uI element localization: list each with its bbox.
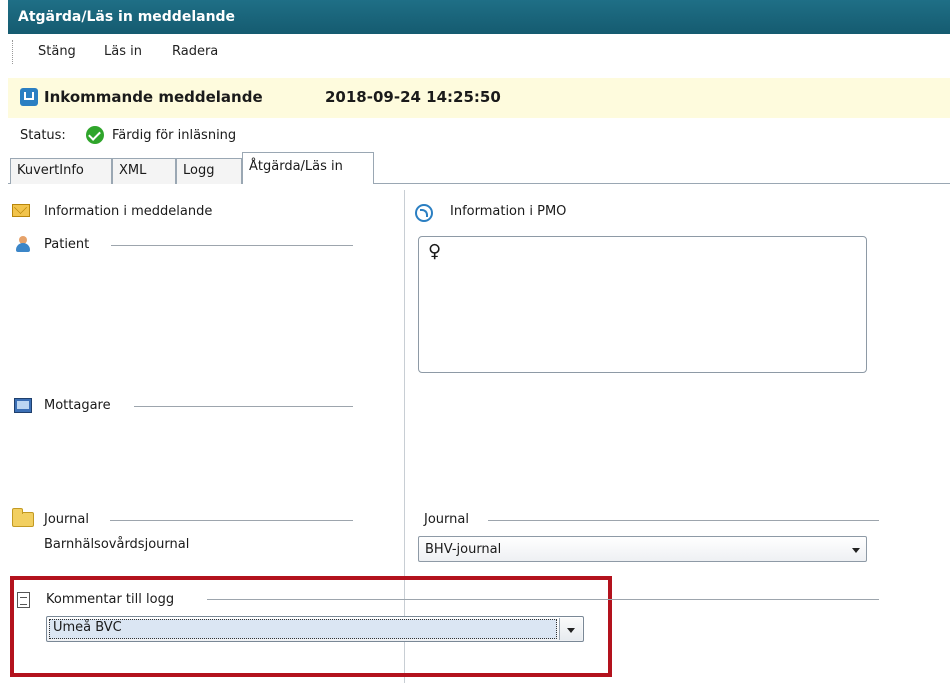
comment-value: Umeå BVC	[53, 620, 122, 635]
comment-focus	[49, 619, 557, 639]
pmo-journal-rule	[488, 520, 879, 521]
pmo-info-box	[418, 236, 867, 373]
message-datetime: 2018-09-24 14:25:50	[325, 88, 501, 106]
comment-rule	[207, 599, 879, 600]
menu-bar	[8, 34, 950, 70]
pmo-icon	[415, 204, 433, 222]
menu-grip	[12, 40, 15, 64]
pmo-journal-label: Journal	[424, 512, 469, 527]
document-icon	[17, 592, 30, 608]
patient-label: Patient	[44, 237, 90, 252]
folder-icon	[12, 508, 34, 527]
chevron-down-icon	[567, 628, 575, 633]
menu-close[interactable]: Stäng	[38, 44, 76, 59]
tab-logg[interactable]: Logg	[176, 158, 242, 184]
menu-import[interactable]: Läs in	[104, 44, 142, 59]
pmo-journal-value: BHV-journal	[425, 542, 502, 557]
inbox-icon	[20, 88, 38, 106]
recipient-rule	[134, 406, 353, 407]
tab-atgarda[interactable]: Åtgärda/Läs in	[242, 152, 374, 184]
journal-rule	[110, 520, 353, 521]
comment-label: Kommentar till logg	[46, 592, 175, 607]
recipient-icon	[14, 398, 32, 413]
envelope-icon	[12, 204, 30, 217]
window-title: Atgärda/Läs in meddelande	[8, 0, 950, 34]
female-icon: ♀	[428, 241, 442, 262]
chevron-down-icon	[852, 548, 860, 553]
patient-rule	[111, 245, 353, 246]
comment-dropdown-button[interactable]	[559, 618, 582, 640]
journal-value: Barnhälsovårdsjournal	[44, 537, 190, 552]
tab-xml[interactable]: XML	[112, 158, 176, 184]
status-label: Status:	[20, 128, 66, 143]
check-icon	[86, 126, 104, 144]
journal-label: Journal	[44, 512, 89, 527]
status-value: Färdig för inläsning	[112, 128, 237, 143]
tab-kuvertinfo[interactable]: KuvertInfo	[10, 158, 112, 184]
recipient-label: Mottagare	[44, 398, 111, 413]
pmo-journal-select[interactable]: BHV-journal	[418, 536, 867, 562]
message-title: Inkommande meddelande	[44, 88, 263, 106]
pmo-info-heading: Information i PMO	[450, 204, 567, 219]
comment-combobox[interactable]: Umeå BVC	[46, 616, 584, 642]
message-info-heading: Information i meddelande	[44, 204, 213, 219]
menu-delete[interactable]: Radera	[172, 44, 218, 59]
patient-icon	[16, 236, 30, 252]
